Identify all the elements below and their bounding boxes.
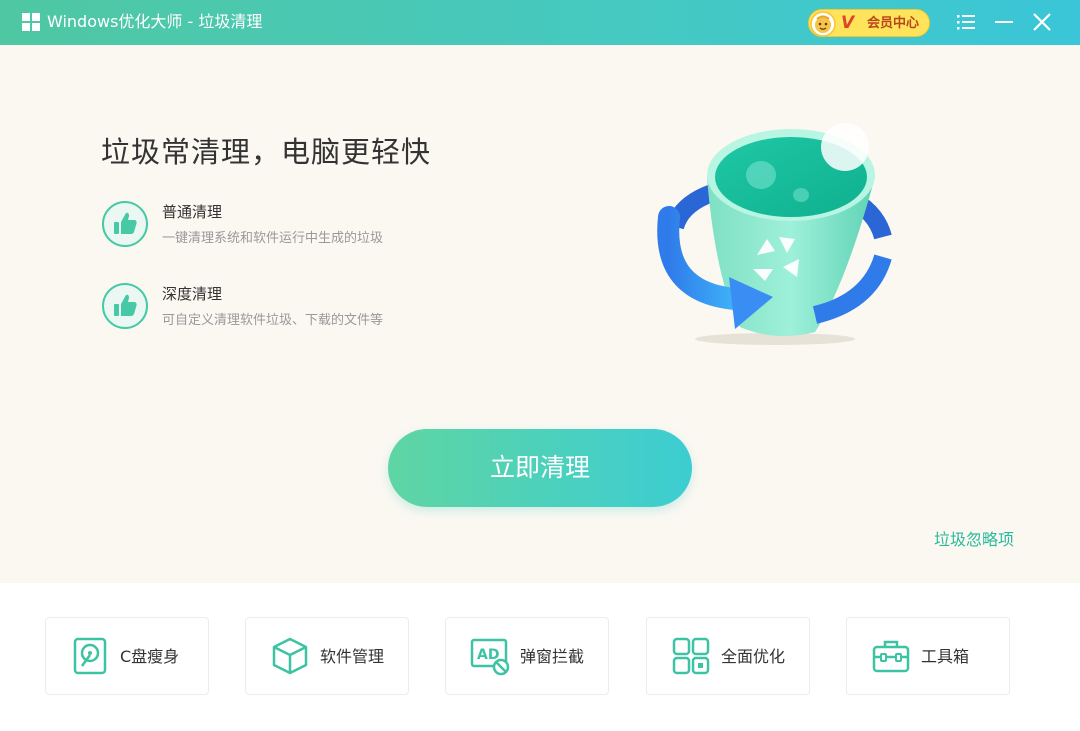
feature-deep-clean: 深度清理 可自定义清理软件垃圾、下载的文件等 xyxy=(101,282,461,332)
feature-title: 深度清理 xyxy=(162,285,223,303)
vip-center-label: 会员中心 xyxy=(867,16,920,31)
tool-label: 工具箱 xyxy=(921,647,970,666)
feature-desc: 可自定义清理软件垃圾、下载的文件等 xyxy=(162,313,384,328)
feature-title: 普通清理 xyxy=(162,203,223,221)
toolbox-icon xyxy=(872,640,910,673)
tool-popup-block[interactable]: AD 弹窗拦截 xyxy=(445,617,609,695)
thumbs-up-icon xyxy=(102,283,148,329)
recycle-bin-illustration xyxy=(657,123,892,345)
ad-block-icon: AD xyxy=(470,638,510,676)
tools-bar: C盘瘦身 软件管理 AD 弹窗拦截 全面优化 工具箱 xyxy=(0,583,1080,731)
tool-toolbox[interactable]: 工具箱 xyxy=(846,617,1010,695)
disk-icon xyxy=(73,637,107,675)
close-icon[interactable] xyxy=(1030,10,1054,34)
page-headline: 垃圾常清理，电脑更轻快 xyxy=(101,135,432,169)
clean-now-button[interactable]: 立即清理 xyxy=(388,429,692,507)
feature-normal-clean: 普通清理 一键清理系统和软件运行中生成的垃圾 xyxy=(101,200,461,250)
optimize-icon xyxy=(672,637,710,675)
menu-icon[interactable] xyxy=(954,10,978,34)
vip-avatar-icon xyxy=(810,11,836,37)
feature-desc: 一键清理系统和软件运行中生成的垃圾 xyxy=(162,231,384,246)
vip-v-mark: V xyxy=(841,13,855,33)
title-bar: Windows优化大师 - 垃圾清理 V 会员中心 xyxy=(0,0,1080,45)
vip-center-button[interactable]: V 会员中心 xyxy=(808,9,930,37)
tool-label: 软件管理 xyxy=(320,647,385,666)
minimize-icon[interactable] xyxy=(992,10,1016,34)
tool-software-manage[interactable]: 软件管理 xyxy=(245,617,409,695)
app-title: Windows优化大师 - 垃圾清理 xyxy=(47,12,263,31)
main-panel: 垃圾常清理，电脑更轻快 普通清理 一键清理系统和软件运行中生成的垃圾 深度清理 … xyxy=(0,45,1080,583)
tool-full-optimize[interactable]: 全面优化 xyxy=(646,617,810,695)
windows-logo-icon xyxy=(22,13,40,31)
thumbs-up-icon xyxy=(102,201,148,247)
tool-label: 全面优化 xyxy=(721,647,786,666)
tool-disk-slim[interactable]: C盘瘦身 xyxy=(45,617,209,695)
cube-icon xyxy=(272,637,308,675)
tool-label: C盘瘦身 xyxy=(120,647,180,666)
tool-label: 弹窗拦截 xyxy=(520,647,585,666)
ignore-items-link[interactable]: 垃圾忽略项 xyxy=(934,529,1014,551)
